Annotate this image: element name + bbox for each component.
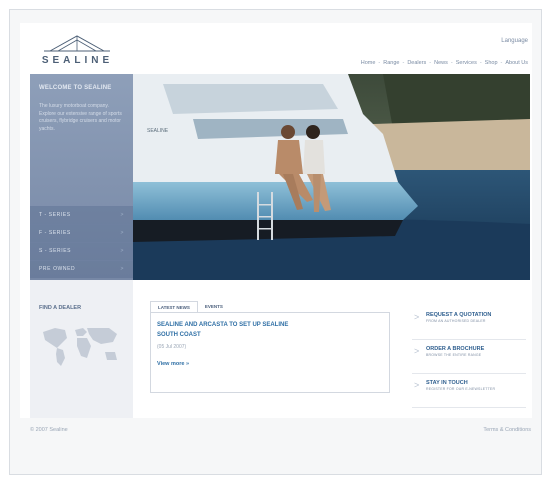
chevron-right-icon: > <box>120 266 124 272</box>
chevron-right-icon: > <box>414 380 420 390</box>
action-links: > REQUEST A QUOTATION FROM AN AUTHORISED… <box>412 306 526 408</box>
news-date: (05 Jul 2007) <box>157 344 187 350</box>
tab-latest-news[interactable]: LATEST NEWS <box>150 301 198 312</box>
nav-separator: - <box>429 60 432 66</box>
world-map-icon[interactable] <box>39 322 124 370</box>
news-tabs: LATEST NEWS EVENTS <box>150 301 390 312</box>
chevron-right-icon: > <box>120 212 124 218</box>
nav-separator: - <box>450 60 453 66</box>
nav-shop[interactable]: Shop <box>485 60 498 66</box>
hero: WELCOME TO SEALINE The luxury motorboat … <box>30 74 530 280</box>
find-dealer-title[interactable]: FIND A DEALER <box>39 305 81 311</box>
stay-in-touch-link[interactable]: > STAY IN TOUCH REGISTER FOR OUR E-NEWSL… <box>412 374 526 408</box>
nav-separator: - <box>402 60 405 66</box>
nav-home[interactable]: Home <box>361 60 376 66</box>
series-menu: T - SERIES > F - SERIES > S - SERIES > P… <box>30 206 133 278</box>
sealine-logo[interactable]: SEALINE <box>30 31 125 71</box>
page: SEALINE Language Home - Range - Dealers … <box>20 23 532 418</box>
chevron-right-icon: > <box>414 312 420 322</box>
terms-link[interactable]: Terms & Conditions <box>483 427 531 433</box>
request-quotation-link[interactable]: > REQUEST A QUOTATION FROM AN AUTHORISED… <box>412 306 526 340</box>
action-subtitle: FROM AN AUTHORISED DEALER <box>426 319 486 323</box>
series-label: S - SERIES <box>39 248 72 254</box>
order-brochure-link[interactable]: > ORDER A BROCHURE BROWSE THE ENTIRE RAN… <box>412 340 526 374</box>
action-title: REQUEST A QUOTATION <box>426 312 492 318</box>
action-subtitle: BROWSE THE ENTIRE RANGE <box>426 353 482 357</box>
chevron-right-icon: > <box>120 248 124 254</box>
series-label: T - SERIES <box>39 212 71 218</box>
welcome-intro: The luxury motorboat company. Explore ou… <box>39 103 122 132</box>
series-item-pre-owned[interactable]: PRE OWNED > <box>30 260 133 278</box>
action-subtitle: REGISTER FOR OUR E-NEWSLETTER <box>426 387 496 391</box>
news-content: SEALINE AND ARCASTA TO SET UP SEALINE SO… <box>150 312 390 393</box>
tab-events[interactable]: EVENTS <box>197 301 230 312</box>
main-nav: Home - Range - Dealers - News - Services… <box>361 60 528 66</box>
view-more-link[interactable]: View more » <box>157 361 383 367</box>
series-item-s[interactable]: S - SERIES > <box>30 242 133 260</box>
series-item-t[interactable]: T - SERIES > <box>30 206 133 224</box>
copyright: © 2007 Sealine <box>30 427 68 433</box>
dealer-panel: FIND A DEALER <box>30 280 133 418</box>
hull-brand-text: SEALINE <box>147 128 169 134</box>
series-label: PRE OWNED <box>39 266 76 272</box>
welcome-sidebar: WELCOME TO SEALINE The luxury motorboat … <box>30 74 133 280</box>
chevron-right-icon: > <box>414 346 420 356</box>
nav-range[interactable]: Range <box>383 60 399 66</box>
nav-services[interactable]: Services <box>456 60 477 66</box>
nav-separator: - <box>479 60 482 66</box>
series-label: F - SERIES <box>39 230 71 236</box>
logo-wordmark: SEALINE <box>41 55 114 66</box>
hero-boat-photo: SEALINE <box>133 74 530 280</box>
chevron-right-icon: > <box>120 230 124 236</box>
welcome-title: WELCOME TO SEALINE <box>39 85 112 91</box>
language-link[interactable]: Language <box>501 38 528 44</box>
nav-news[interactable]: News <box>434 60 448 66</box>
nav-separator: - <box>378 60 381 66</box>
action-title: STAY IN TOUCH <box>426 380 468 386</box>
action-title: ORDER A BROCHURE <box>426 346 485 352</box>
sealine-emblem-icon <box>44 35 110 52</box>
news-headline[interactable]: SEALINE AND ARCASTA TO SET UP SEALINE SO… <box>157 320 307 340</box>
news-panel: LATEST NEWS EVENTS SEALINE AND ARCASTA T… <box>150 301 390 393</box>
nav-dealers[interactable]: Dealers <box>407 60 426 66</box>
nav-about-us[interactable]: About Us <box>505 60 528 66</box>
series-item-f[interactable]: F - SERIES > <box>30 224 133 242</box>
nav-separator: - <box>500 60 503 66</box>
